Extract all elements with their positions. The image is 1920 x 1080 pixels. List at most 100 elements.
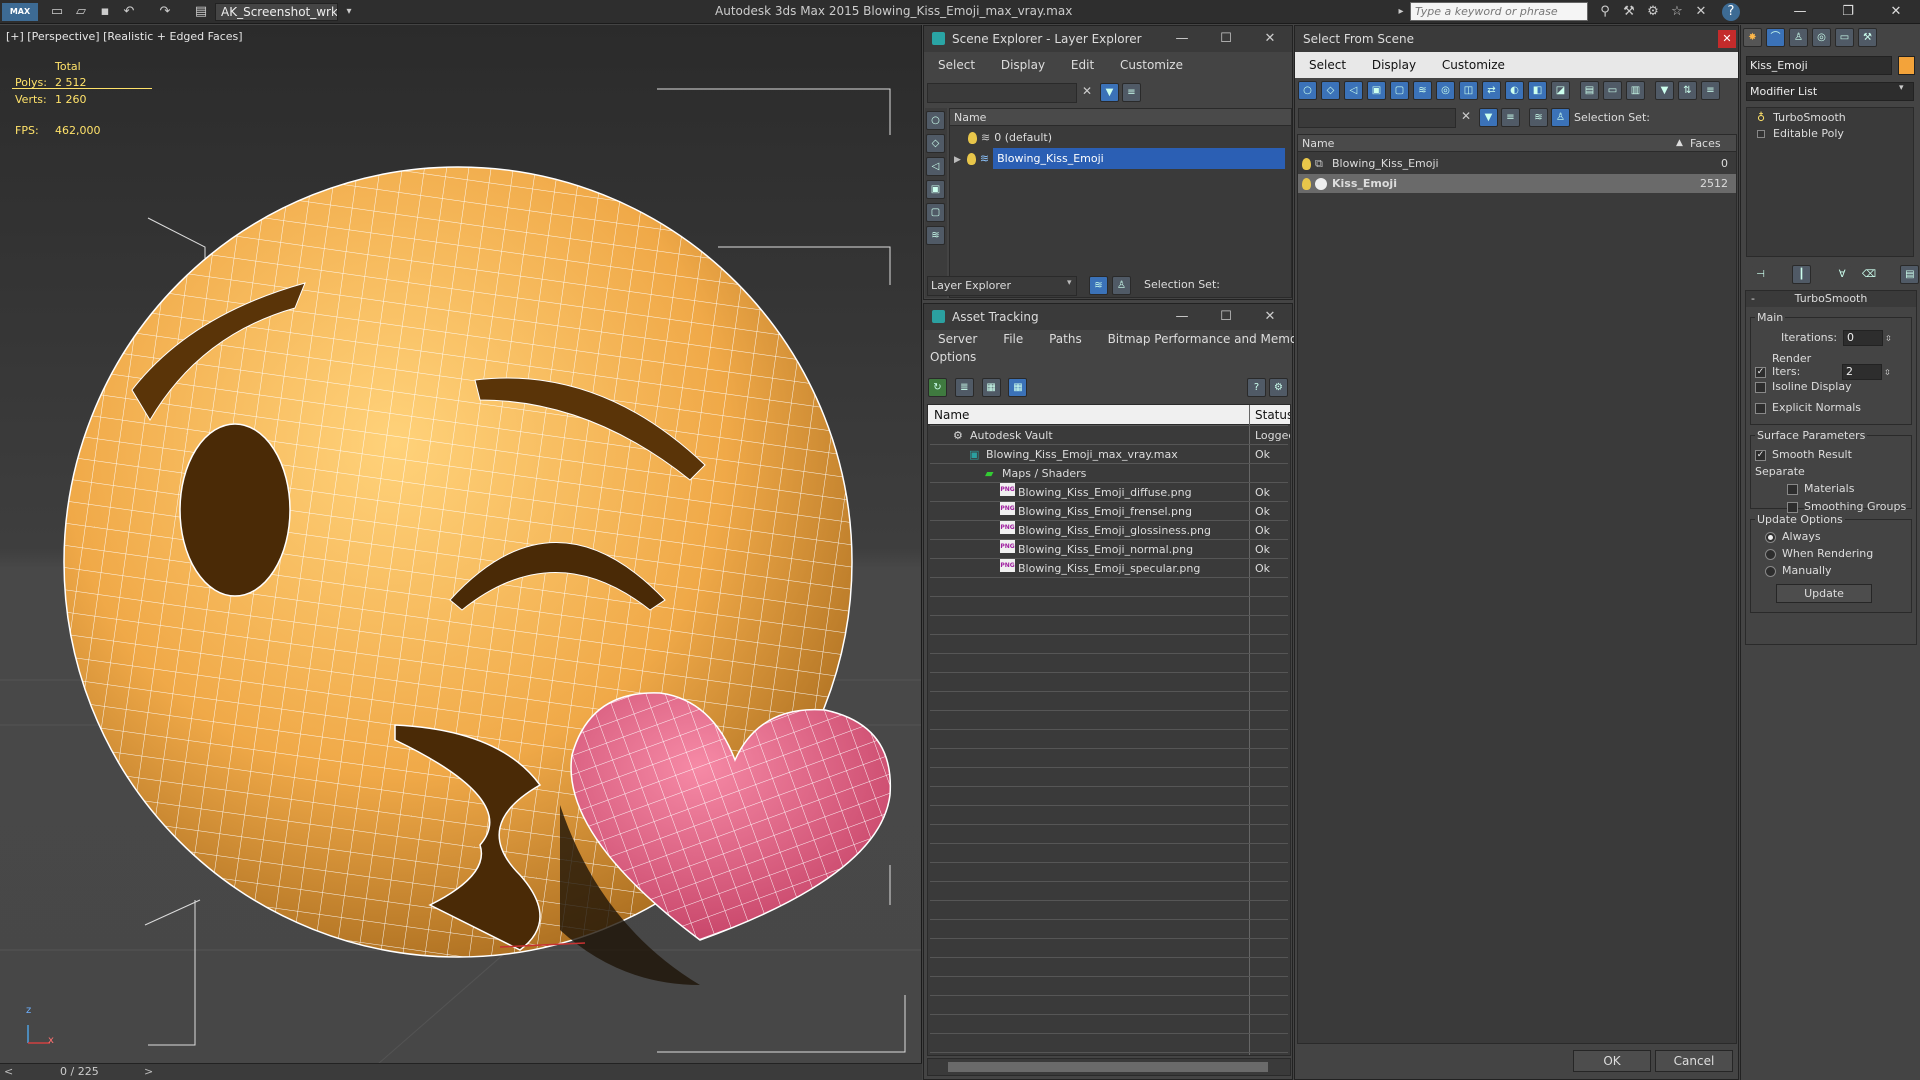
manually-radio[interactable] — [1765, 565, 1776, 577]
scene-explorer-maximize[interactable]: ☐ — [1204, 26, 1248, 52]
object-name-field[interactable]: Kiss_Emoji — [1746, 56, 1892, 75]
iterations-spinner[interactable]: 0 — [1843, 330, 1883, 346]
sfs-invert-icon[interactable]: ▥ — [1626, 81, 1645, 100]
light-bulb-icon[interactable]: ♁ — [1757, 111, 1765, 124]
project-folder-icon[interactable]: ▤ — [192, 3, 210, 21]
light-bulb-icon[interactable] — [968, 132, 977, 144]
isoline-checkbox[interactable] — [1755, 381, 1766, 393]
se-column-name[interactable]: Name — [950, 109, 1291, 126]
update-button[interactable]: Update — [1776, 584, 1872, 603]
pin-stack-icon[interactable]: ⊣ — [1751, 265, 1770, 284]
at-row[interactable]: ⚙ Autodesk Vault Logged — [928, 426, 1290, 445]
display-tab-icon[interactable]: ▭ — [1835, 28, 1854, 47]
at-row[interactable]: ▰ Maps / Shaders — [928, 464, 1290, 483]
undo-icon[interactable]: ↶ — [120, 3, 138, 21]
stack-item-turbosmooth[interactable]: ♁ TurboSmooth — [1747, 110, 1913, 126]
sfs-close-button[interactable]: ✕ — [1718, 30, 1736, 48]
se-hierarchy-icon[interactable]: ♙ — [1112, 276, 1131, 295]
sfs-col-faces[interactable]: Faces — [1690, 135, 1721, 152]
se-menu-select[interactable]: Select — [938, 58, 975, 72]
sfs-filter-icon[interactable]: ▼ — [1655, 81, 1674, 100]
ok-button[interactable]: OK — [1573, 1050, 1651, 1072]
se-display-geometry-icon[interactable]: ◇ — [926, 134, 945, 153]
sfs-select-none-icon[interactable]: ▭ — [1603, 81, 1622, 100]
new-file-icon[interactable]: ▭ — [48, 3, 66, 21]
se-search-field[interactable] — [927, 83, 1077, 103]
se-display-shapes-icon[interactable]: ◁ — [926, 157, 945, 176]
sfs-helpers-icon[interactable]: ≋ — [1413, 81, 1432, 100]
smoothing-groups-checkbox[interactable] — [1787, 501, 1798, 513]
tools-icon[interactable]: ⚒ — [1620, 3, 1638, 21]
at-settings-icon[interactable]: ⚙ — [1269, 378, 1288, 397]
sfs-shapes-icon[interactable]: ◁ — [1344, 81, 1363, 100]
light-bulb-icon[interactable] — [1302, 158, 1311, 170]
search-input[interactable]: Type a keyword or phrase — [1410, 2, 1588, 21]
sort-up-icon[interactable]: ▲ — [1676, 135, 1683, 152]
at-row[interactable]: PNG Blowing_Kiss_Emoji_glossiness.png Ok — [928, 521, 1290, 540]
always-radio[interactable] — [1765, 531, 1776, 543]
at-col-name[interactable]: Name — [934, 405, 969, 425]
when-rendering-radio[interactable] — [1765, 548, 1776, 560]
sfs-search-field[interactable] — [1298, 108, 1456, 128]
se-menu-customize[interactable]: Customize — [1120, 58, 1183, 72]
spinner-arrows-icon[interactable]: ⇳ — [1885, 334, 1892, 343]
materials-checkbox[interactable] — [1787, 483, 1798, 495]
open-file-icon[interactable]: ▱ — [72, 3, 90, 21]
sfs-row[interactable]: ⧉ Blowing_Kiss_Emoji 0 — [1298, 154, 1736, 173]
se-layer-tool-icon[interactable]: ≡ — [1122, 83, 1141, 102]
create-tab-icon[interactable]: ✸ — [1743, 28, 1762, 47]
timeline-prev-icon[interactable]: < — [4, 1065, 13, 1078]
binoculars-icon[interactable]: ⚲ — [1596, 3, 1614, 21]
sfs-bones-icon[interactable]: ◐ — [1505, 81, 1524, 100]
sfs-groups-icon[interactable]: ◫ — [1459, 81, 1478, 100]
asset-tracking-maximize[interactable]: ☐ — [1204, 304, 1248, 330]
sfs-containers-icon[interactable]: ◧ — [1528, 81, 1547, 100]
stack-item-editable-poly[interactable]: Editable Poly — [1747, 126, 1913, 142]
se-clear-icon[interactable]: ✕ — [1082, 84, 1092, 98]
at-row[interactable]: PNG Blowing_Kiss_Emoji_frensel.png Ok — [928, 502, 1290, 521]
object-color-swatch[interactable] — [1898, 56, 1915, 75]
timeline-next-icon[interactable]: > — [144, 1065, 153, 1078]
sfs-filter-toggle-icon[interactable]: ▼ — [1479, 108, 1498, 127]
render-iters-checkbox[interactable]: ✓ — [1755, 366, 1766, 378]
sfs-layers-icon[interactable]: ≋ — [1529, 108, 1548, 127]
at-help-icon[interactable]: ? — [1247, 378, 1266, 397]
perspective-viewport[interactable]: [+] [Perspective] [Realistic + Edged Fac… — [0, 25, 922, 1071]
chevron-down-icon[interactable]: ▾ — [1899, 83, 1904, 93]
minimize-button[interactable]: — — [1780, 0, 1820, 24]
at-row[interactable]: PNG Blowing_Kiss_Emoji_specular.png Ok — [928, 559, 1290, 578]
smooth-result-checkbox[interactable]: ✓ — [1755, 449, 1766, 461]
close-button[interactable]: ✕ — [1876, 0, 1916, 24]
redo-icon[interactable]: ↷ — [156, 3, 174, 21]
sfs-menu-customize[interactable]: Customize — [1442, 58, 1505, 72]
render-iters-spinner[interactable]: 2 — [1842, 364, 1882, 380]
sfs-titlebar[interactable]: Select From Scene ✕ — [1295, 26, 1738, 52]
expand-arrow-icon[interactable]: ▶ — [954, 155, 961, 165]
scene-explorer-titlebar[interactable]: Scene Explorer - Layer Explorer — ☐ ✕ — [924, 26, 1292, 52]
asset-tracking-minimize[interactable]: — — [1160, 304, 1204, 330]
remove-modifier-icon[interactable]: ⌫ — [1859, 265, 1879, 284]
at-menu-file[interactable]: File — [1003, 332, 1023, 346]
spinner-arrows-icon[interactable]: ⇳ — [1884, 368, 1891, 377]
sfs-row-selected[interactable]: Kiss_Emoji 2512 — [1298, 174, 1736, 193]
motion-tab-icon[interactable]: ◎ — [1812, 28, 1831, 47]
table-view-icon[interactable]: ▦ — [1008, 378, 1028, 397]
thumbnail-view-icon[interactable]: ▦ — [981, 378, 1001, 397]
se-menu-edit[interactable]: Edit — [1071, 58, 1094, 72]
sfs-menu-display[interactable]: Display — [1372, 58, 1416, 72]
modify-tab-icon[interactable]: ⌒ — [1766, 28, 1785, 47]
sfs-lights-icon[interactable]: ▣ — [1367, 81, 1386, 100]
explicit-normals-checkbox[interactable] — [1755, 402, 1766, 414]
show-end-result-icon[interactable]: ┃ — [1791, 265, 1811, 284]
at-menu-bitmap[interactable]: Bitmap Performance and Memory — [1108, 332, 1310, 346]
hierarchy-tab-icon[interactable]: ♙ — [1789, 28, 1808, 47]
se-explorer-combo[interactable]: Layer Explorer — [927, 276, 1077, 296]
at-menu-server[interactable]: Server — [938, 332, 977, 346]
at-row[interactable]: ▣ Blowing_Kiss_Emoji_max_vray.max Ok — [928, 445, 1290, 464]
asset-tracking-titlebar[interactable]: Asset Tracking — ☐ ✕ — [924, 304, 1292, 330]
se-row-default-layer[interactable]: ≋ 0 (default) — [950, 128, 1291, 147]
rollout-header[interactable]: - TurboSmooth — [1746, 291, 1916, 307]
sfs-menu-select[interactable]: Select — [1309, 58, 1346, 72]
se-display-cameras-icon[interactable]: ▢ — [926, 203, 945, 222]
scene-explorer-minimize[interactable]: — — [1160, 26, 1204, 52]
